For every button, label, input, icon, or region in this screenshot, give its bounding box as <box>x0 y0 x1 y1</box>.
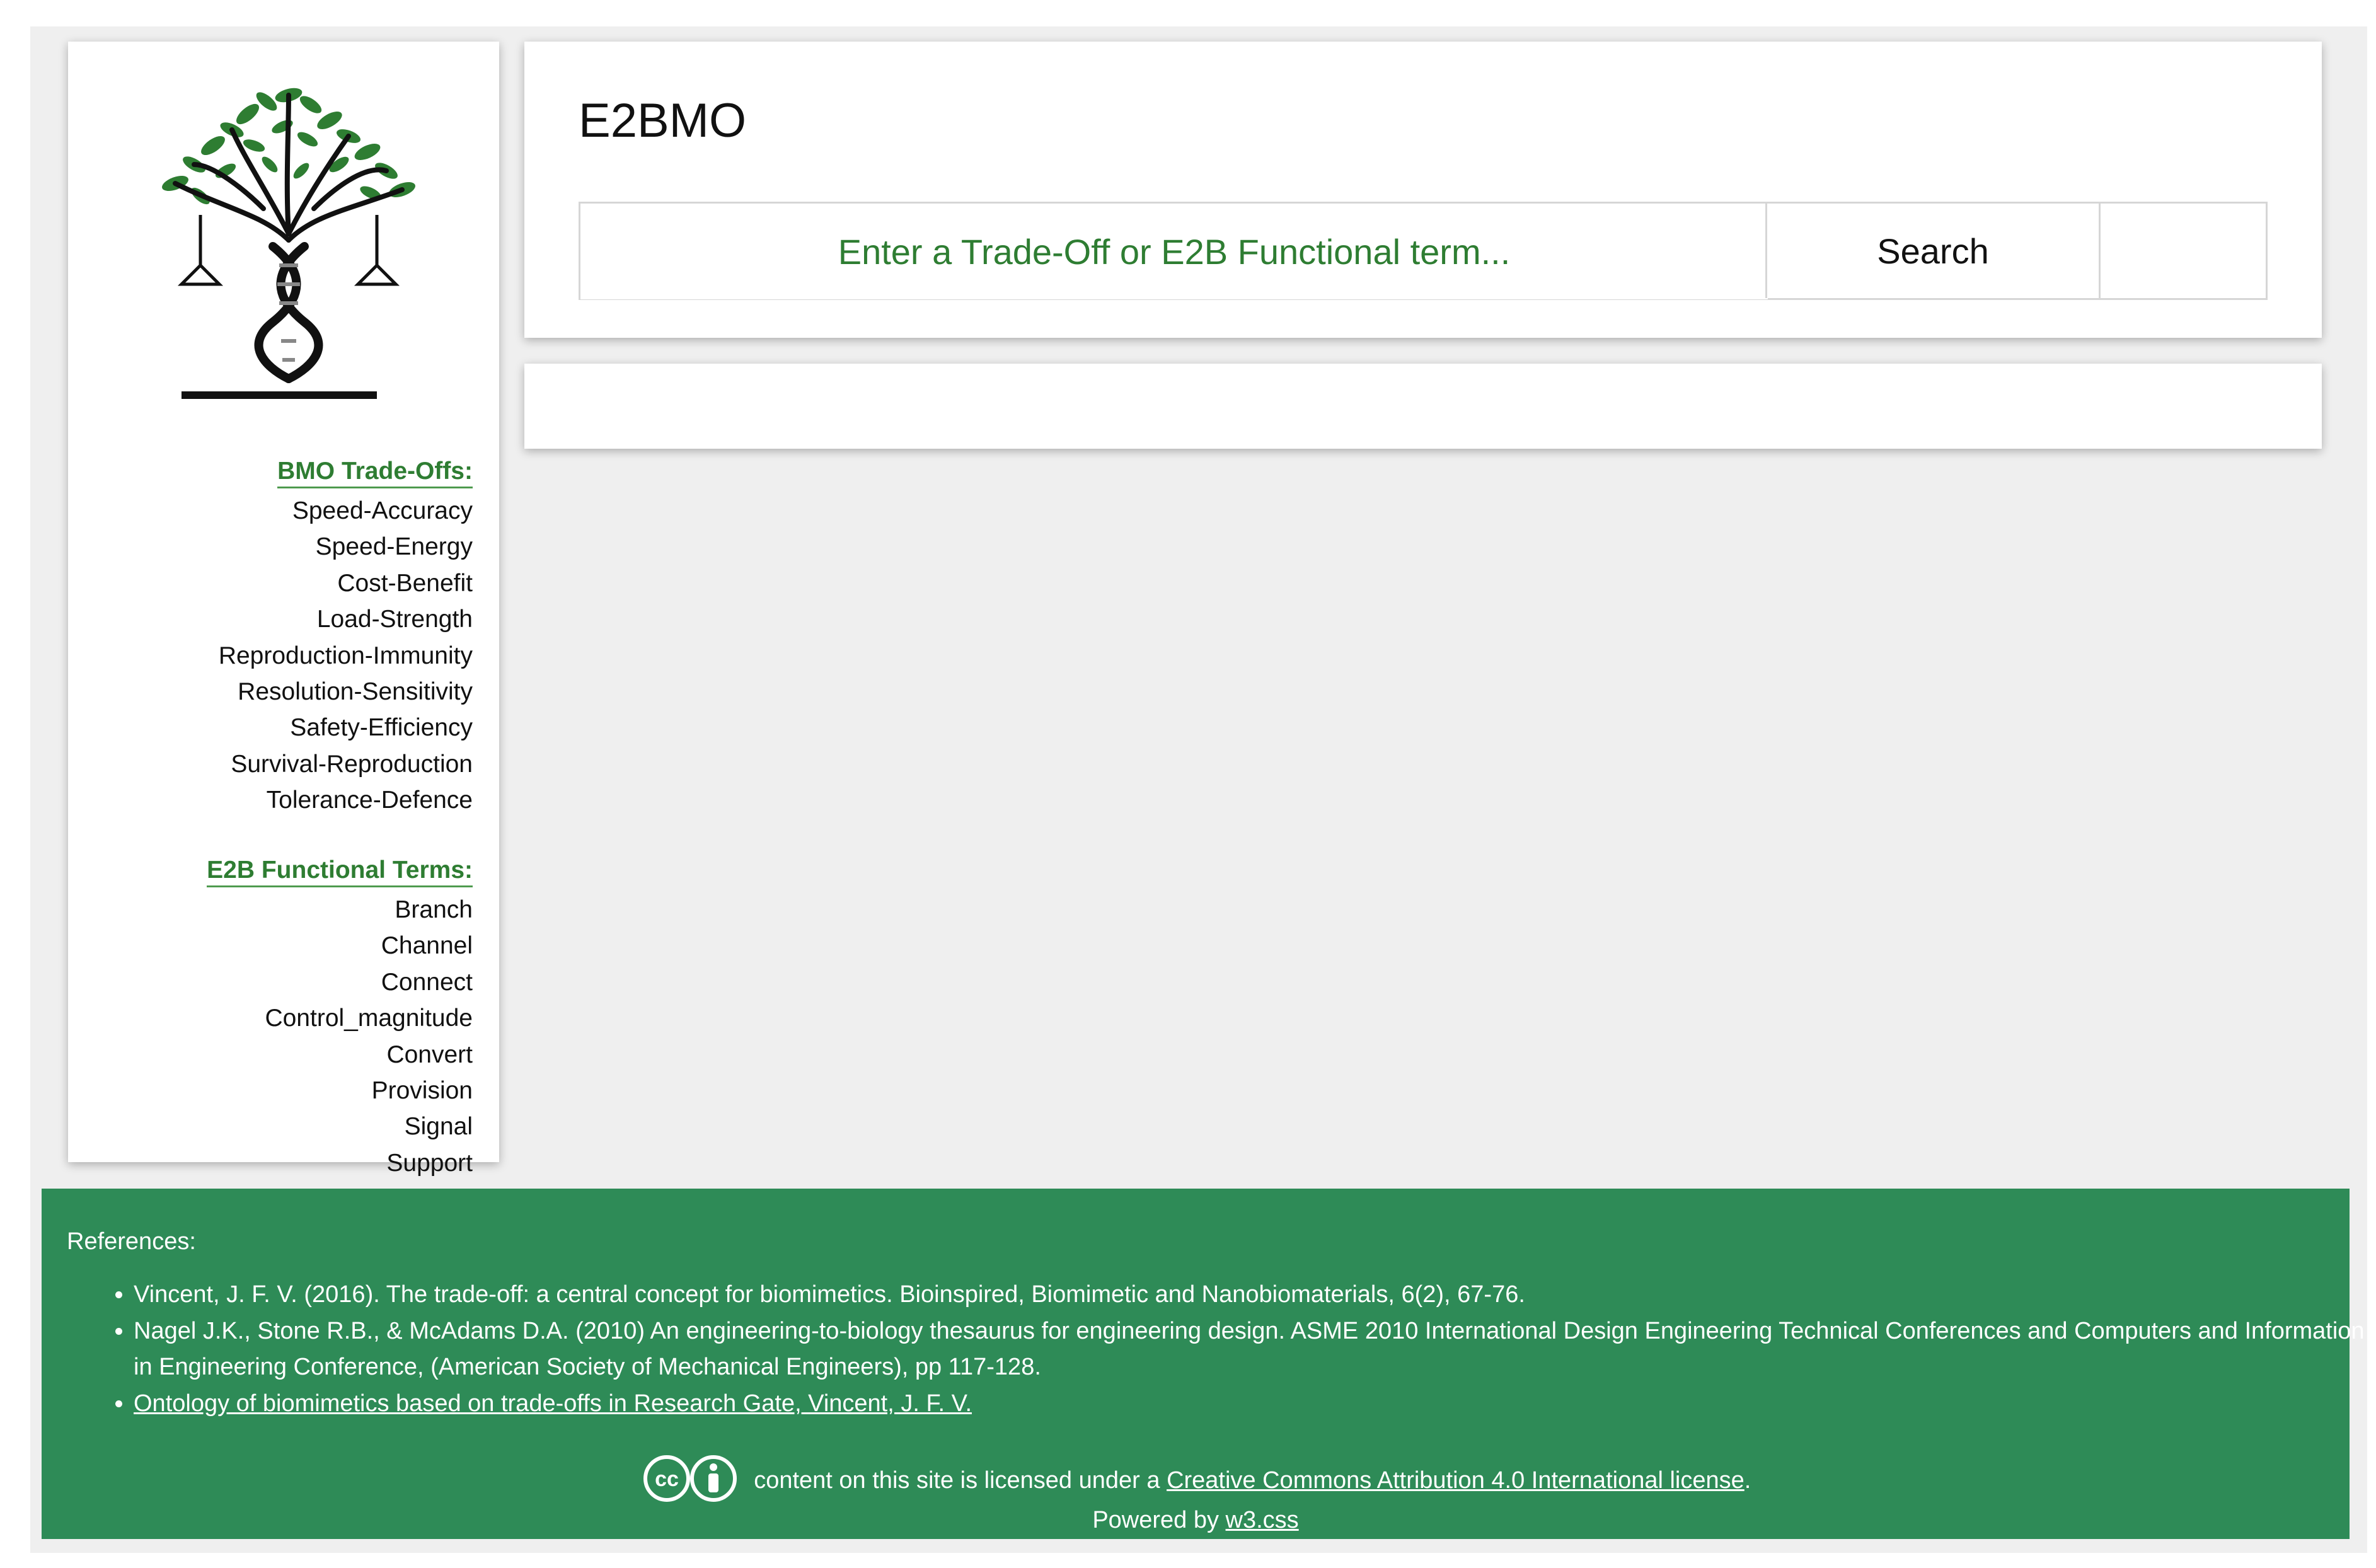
search-bar: Search <box>579 202 2268 300</box>
tradeoff-link-load-strength[interactable]: Load-Strength <box>219 601 473 637</box>
license-text: content on this site is licensed under a <box>754 1467 1160 1494</box>
sidebar: BMO Trade-Offs: Speed-Accuracy Speed-Ene… <box>68 42 499 1177</box>
license-notice: cc content on this site is licensed unde… <box>42 1453 2350 1510</box>
reference-item: Vincent, J. F. V. (2016). The trade-off:… <box>134 1277 2376 1313</box>
term-link-support[interactable]: Support <box>265 1145 473 1181</box>
search-input[interactable] <box>580 204 1768 299</box>
references-list: Vincent, J. F. V. (2016). The trade-off:… <box>79 1277 2376 1422</box>
tradeoffs-list: Speed-Accuracy Speed-Energy Cost-Benefit… <box>219 493 473 819</box>
tradeoff-link-resolution-sensitivity[interactable]: Resolution-Sensitivity <box>219 674 473 710</box>
references-label: References: <box>67 1228 196 1255</box>
term-link-convert[interactable]: Convert <box>265 1037 473 1073</box>
tradeoff-link-survival-reproduction[interactable]: Survival-Reproduction <box>219 746 473 782</box>
term-link-channel[interactable]: Channel <box>265 928 473 964</box>
tradeoffs-heading: BMO Trade-Offs: <box>277 458 473 488</box>
search-button[interactable]: Search <box>1765 204 2101 298</box>
results-panel <box>524 364 2322 449</box>
tradeoff-link-safety-efficiency[interactable]: Safety-Efficiency <box>219 710 473 746</box>
terms-heading: E2B Functional Terms: <box>207 856 473 887</box>
term-link-signal[interactable]: Signal <box>265 1109 473 1144</box>
svg-text:cc: cc <box>655 1467 679 1491</box>
powered-by: Powered by w3.css <box>42 1507 2350 1534</box>
tree-logo-icon <box>137 76 440 404</box>
tradeoff-link-speed-energy[interactable]: Speed-Energy <box>219 529 473 565</box>
tradeoff-link-reproduction-immunity[interactable]: Reproduction-Immunity <box>219 638 473 674</box>
footer: References: Vincent, J. F. V. (2016). Th… <box>42 1189 2365 1539</box>
tradeoff-link-speed-accuracy[interactable]: Speed-Accuracy <box>219 493 473 529</box>
page-background: BMO Trade-Offs: Speed-Accuracy Speed-Ene… <box>30 26 2367 1553</box>
reference-item: Nagel J.K., Stone R.B., & McAdams D.A. (… <box>134 1313 2376 1386</box>
term-link-connect[interactable]: Connect <box>265 964 473 1000</box>
tradeoff-link-tolerance-defence[interactable]: Tolerance-Defence <box>219 782 473 818</box>
term-link-provision[interactable]: Provision <box>265 1073 473 1109</box>
reference-item: Ontology of biomimetics based on trade-o… <box>134 1386 2376 1422</box>
terms-list: Branch Channel Connect Control_magnitude… <box>265 892 473 1181</box>
page-title: E2BMO <box>579 94 747 147</box>
research-gate-link[interactable]: Ontology of biomimetics based on trade-o… <box>134 1390 972 1417</box>
term-link-control-magnitude[interactable]: Control_magnitude <box>265 1000 473 1036</box>
license-link[interactable]: Creative Commons Attribution 4.0 Interna… <box>1167 1467 1745 1494</box>
license-suffix: . <box>1744 1467 1751 1494</box>
header-card: E2BMO Search <box>524 42 2322 338</box>
term-link-branch[interactable]: Branch <box>265 892 473 928</box>
tradeoff-link-cost-benefit[interactable]: Cost-Benefit <box>219 565 473 601</box>
powered-by-text: Powered by <box>1092 1507 1219 1533</box>
w3css-link[interactable]: w3.css <box>1226 1507 1299 1533</box>
creative-commons-by-icon: cc <box>640 1453 741 1510</box>
